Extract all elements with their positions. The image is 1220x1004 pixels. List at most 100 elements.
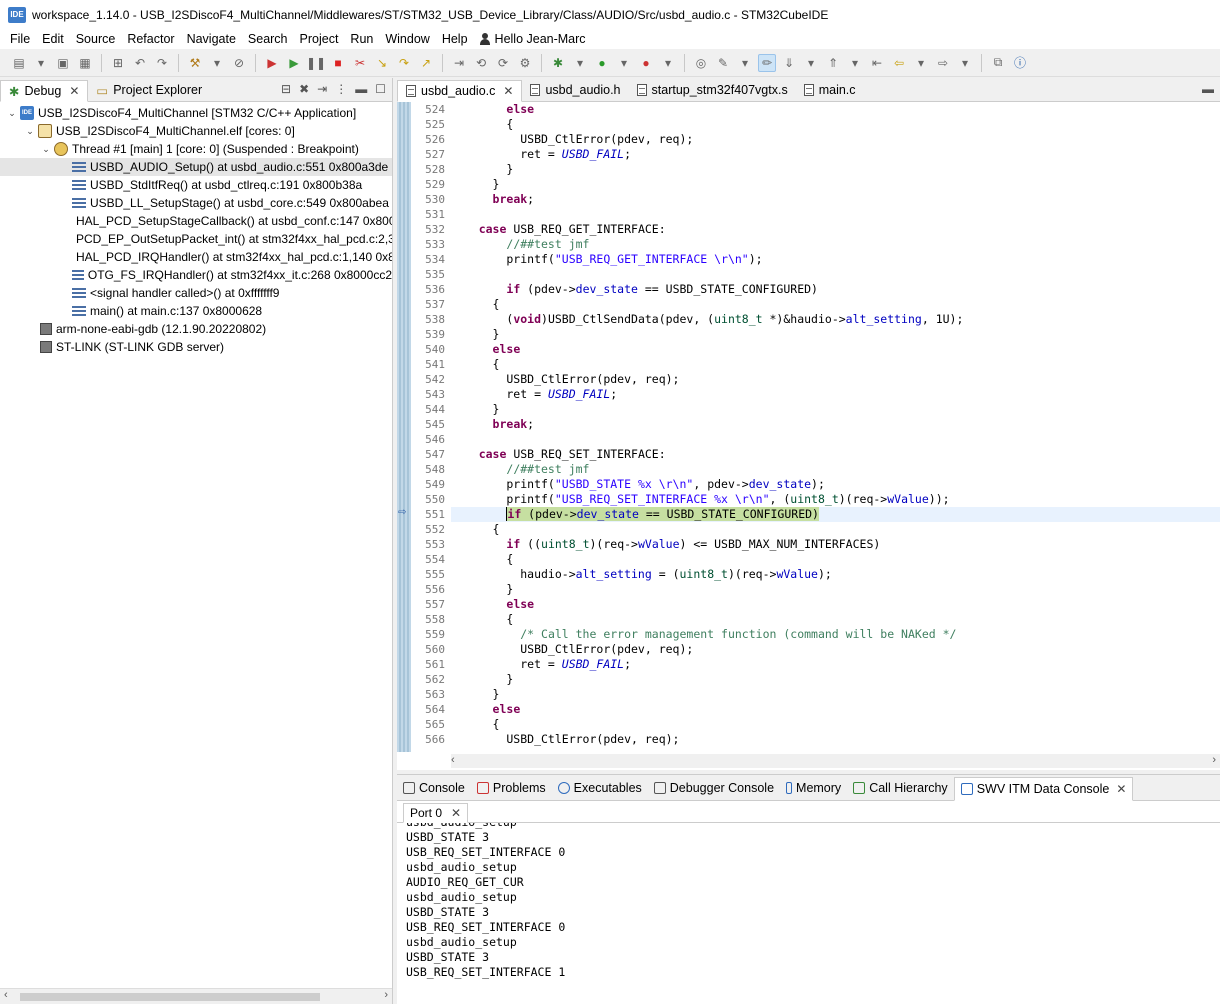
- code-line[interactable]: USBD_CtlError(pdev, req);: [451, 372, 1220, 387]
- stack-frame-item[interactable]: PCD_EP_OutSetupPacket_int() at stm32f4xx…: [0, 230, 392, 248]
- menu-run[interactable]: Run: [344, 32, 379, 46]
- save-icon[interactable]: ▣: [54, 54, 72, 72]
- code-line[interactable]: USBD_CtlError(pdev, req);: [451, 732, 1220, 747]
- code-line[interactable]: break;: [451, 417, 1220, 432]
- chevron-down-icon[interactable]: ⌄: [6, 108, 18, 119]
- dropdown-arrow-icon[interactable]: ▾: [846, 54, 864, 72]
- code-line[interactable]: if (pdev->dev_state == USBD_STATE_CONFIG…: [451, 282, 1220, 297]
- view-menu-icon[interactable]: ⋮: [335, 82, 347, 96]
- code-line[interactable]: break;: [451, 192, 1220, 207]
- chevron-down-icon[interactable]: ⌄: [40, 144, 52, 155]
- next-annotation-icon[interactable]: ⇓: [780, 54, 798, 72]
- step-return-icon[interactable]: ↗: [417, 54, 435, 72]
- restart-icon[interactable]: ⟲: [472, 54, 490, 72]
- code-line[interactable]: {: [451, 297, 1220, 312]
- code-line[interactable]: [451, 267, 1220, 282]
- redo-icon[interactable]: ↷: [153, 54, 171, 72]
- back-icon[interactable]: ⇦: [890, 54, 908, 72]
- last-edit-icon[interactable]: ⇤: [868, 54, 886, 72]
- menu-navigate[interactable]: Navigate: [181, 32, 242, 46]
- code-line[interactable]: //##test jmf: [451, 237, 1220, 252]
- step-filter-icon[interactable]: ⇥: [317, 82, 327, 96]
- terminate-icon[interactable]: ■: [329, 54, 347, 72]
- dropdown-arrow-icon[interactable]: ▾: [208, 54, 226, 72]
- code-line[interactable]: }: [451, 672, 1220, 687]
- tab-swv-itm-console[interactable]: SWV ITM Data Console ✕: [953, 777, 1134, 801]
- dropdown-arrow-icon[interactable]: ▾: [659, 54, 677, 72]
- chevron-down-icon[interactable]: ⌄: [24, 126, 36, 137]
- code-line[interactable]: }: [451, 402, 1220, 417]
- current-code-line[interactable]: if (pdev->dev_state == USBD_STATE_CONFIG…: [451, 507, 1220, 522]
- code-line[interactable]: else: [451, 597, 1220, 612]
- code-line[interactable]: [451, 432, 1220, 447]
- tab-project-explorer[interactable]: ▭ Project Explorer: [88, 79, 210, 101]
- menu-search[interactable]: Search: [242, 32, 294, 46]
- build-icon[interactable]: ⚒: [186, 54, 204, 72]
- code-line[interactable]: [451, 207, 1220, 222]
- code-line[interactable]: case USB_REQ_GET_INTERFACE:: [451, 222, 1220, 237]
- scroll-left-icon[interactable]: ‹: [451, 754, 455, 766]
- tree-item-application[interactable]: ⌄ IDE USB_I2SDiscoF4_MultiChannel [STM32…: [0, 104, 392, 122]
- scroll-left-icon[interactable]: ‹: [4, 989, 8, 1001]
- tab-memory[interactable]: Memory: [780, 776, 847, 800]
- code-line[interactable]: printf("USBD_STATE %x \r\n", pdev->dev_s…: [451, 477, 1220, 492]
- dropdown-arrow-icon[interactable]: ▾: [615, 54, 633, 72]
- scroll-right-icon[interactable]: ›: [1212, 754, 1216, 766]
- code-line[interactable]: ret = USBD_FAIL;: [451, 657, 1220, 672]
- code-line[interactable]: ret = USBD_FAIL;: [451, 387, 1220, 402]
- dropdown-arrow-icon[interactable]: ▾: [912, 54, 930, 72]
- console-output[interactable]: usbd_audio_setup USBD_STATE 3 USB_REQ_SE…: [397, 823, 1220, 999]
- stack-frame-item[interactable]: USBD_LL_SetupStage() at usbd_core.c:549 …: [0, 194, 392, 212]
- tree-item-stlink[interactable]: ST-LINK (ST-LINK GDB server): [0, 338, 392, 356]
- code-line[interactable]: printf("USB_REQ_SET_INTERFACE %x \r\n", …: [451, 492, 1220, 507]
- tab-console[interactable]: Console: [397, 776, 471, 800]
- disconnect-icon[interactable]: ✂: [351, 54, 369, 72]
- scrollbar-thumb[interactable]: [20, 993, 320, 1001]
- stack-frame-item[interactable]: USBD_StdItfReq() at usbd_ctlreq.c:191 0x…: [0, 176, 392, 194]
- dropdown-arrow-icon[interactable]: ▾: [571, 54, 589, 72]
- code-line[interactable]: ret = USBD_FAIL;: [451, 147, 1220, 162]
- chip-icon[interactable]: ⚙: [516, 54, 534, 72]
- tab-executables[interactable]: Executables: [552, 776, 648, 800]
- dropdown-arrow-icon[interactable]: ▾: [802, 54, 820, 72]
- code-line[interactable]: {: [451, 117, 1220, 132]
- minimize-icon[interactable]: ▬: [1202, 82, 1214, 96]
- step-over-icon[interactable]: ↷: [395, 54, 413, 72]
- stack-frame-item[interactable]: OTG_FS_IRQHandler() at stm32f4xx_it.c:26…: [0, 266, 392, 284]
- code-line[interactable]: printf("USB_REQ_GET_INTERFACE \r\n");: [451, 252, 1220, 267]
- code-line[interactable]: }: [451, 177, 1220, 192]
- code-line[interactable]: USBD_CtlError(pdev, req);: [451, 642, 1220, 657]
- code-line[interactable]: {: [451, 612, 1220, 627]
- user-menu[interactable]: Hello Jean-Marc: [474, 32, 592, 46]
- dropdown-arrow-icon[interactable]: ▾: [736, 54, 754, 72]
- undo-icon[interactable]: ↶: [131, 54, 149, 72]
- resume-green-icon[interactable]: ▶: [285, 54, 303, 72]
- code-line[interactable]: USBD_CtlError(pdev, req);: [451, 132, 1220, 147]
- menu-refactor[interactable]: Refactor: [121, 32, 180, 46]
- minimize-icon[interactable]: ▬: [355, 82, 367, 96]
- maximize-icon[interactable]: ☐: [375, 82, 386, 96]
- tab-debugger-console[interactable]: Debugger Console: [648, 776, 780, 800]
- remove-terminated-icon[interactable]: ✖: [299, 82, 309, 96]
- stack-frame-item[interactable]: HAL_PCD_IRQHandler() at stm32f4xx_hal_pc…: [0, 248, 392, 266]
- close-icon[interactable]: ✕: [503, 84, 513, 98]
- menu-window[interactable]: Window: [379, 32, 435, 46]
- tree-item-elf[interactable]: ⌄ USB_I2SDiscoF4_MultiChannel.elf [cores…: [0, 122, 392, 140]
- toggle-mark-occurrences-icon[interactable]: ✏: [758, 53, 776, 72]
- close-icon[interactable]: ✕: [69, 84, 79, 98]
- stack-frame-item[interactable]: USBD_AUDIO_Setup() at usbd_audio.c:551 0…: [0, 158, 392, 176]
- tab-main-c[interactable]: main.c: [796, 79, 864, 101]
- dropdown-arrow-icon[interactable]: ▾: [32, 54, 50, 72]
- suspend-icon[interactable]: ❚❚: [306, 54, 326, 72]
- stack-frame-item[interactable]: <signal handler called>() at 0xfffffff9: [0, 284, 392, 302]
- tab-startup-s[interactable]: startup_stm32f407vgtx.s: [629, 79, 796, 101]
- code-line[interactable]: (void)USBD_CtlSendData(pdev, (uint8_t *)…: [451, 312, 1220, 327]
- search-tool-icon[interactable]: ✎: [714, 54, 732, 72]
- code-line[interactable]: case USB_REQ_SET_INTERFACE:: [451, 447, 1220, 462]
- code-line[interactable]: else: [451, 102, 1220, 117]
- tab-usbd-audio-h[interactable]: usbd_audio.h: [522, 79, 628, 101]
- stack-frame-item[interactable]: HAL_PCD_SetupStageCallback() at usbd_con…: [0, 212, 392, 230]
- code-line[interactable]: }: [451, 327, 1220, 342]
- code-area[interactable]: ⇨ 524 525 526 527 528 529 530 531 532 533 534 535 53…: [397, 102, 1220, 752]
- tab-debug[interactable]: ✱ Debug ✕: [0, 80, 89, 102]
